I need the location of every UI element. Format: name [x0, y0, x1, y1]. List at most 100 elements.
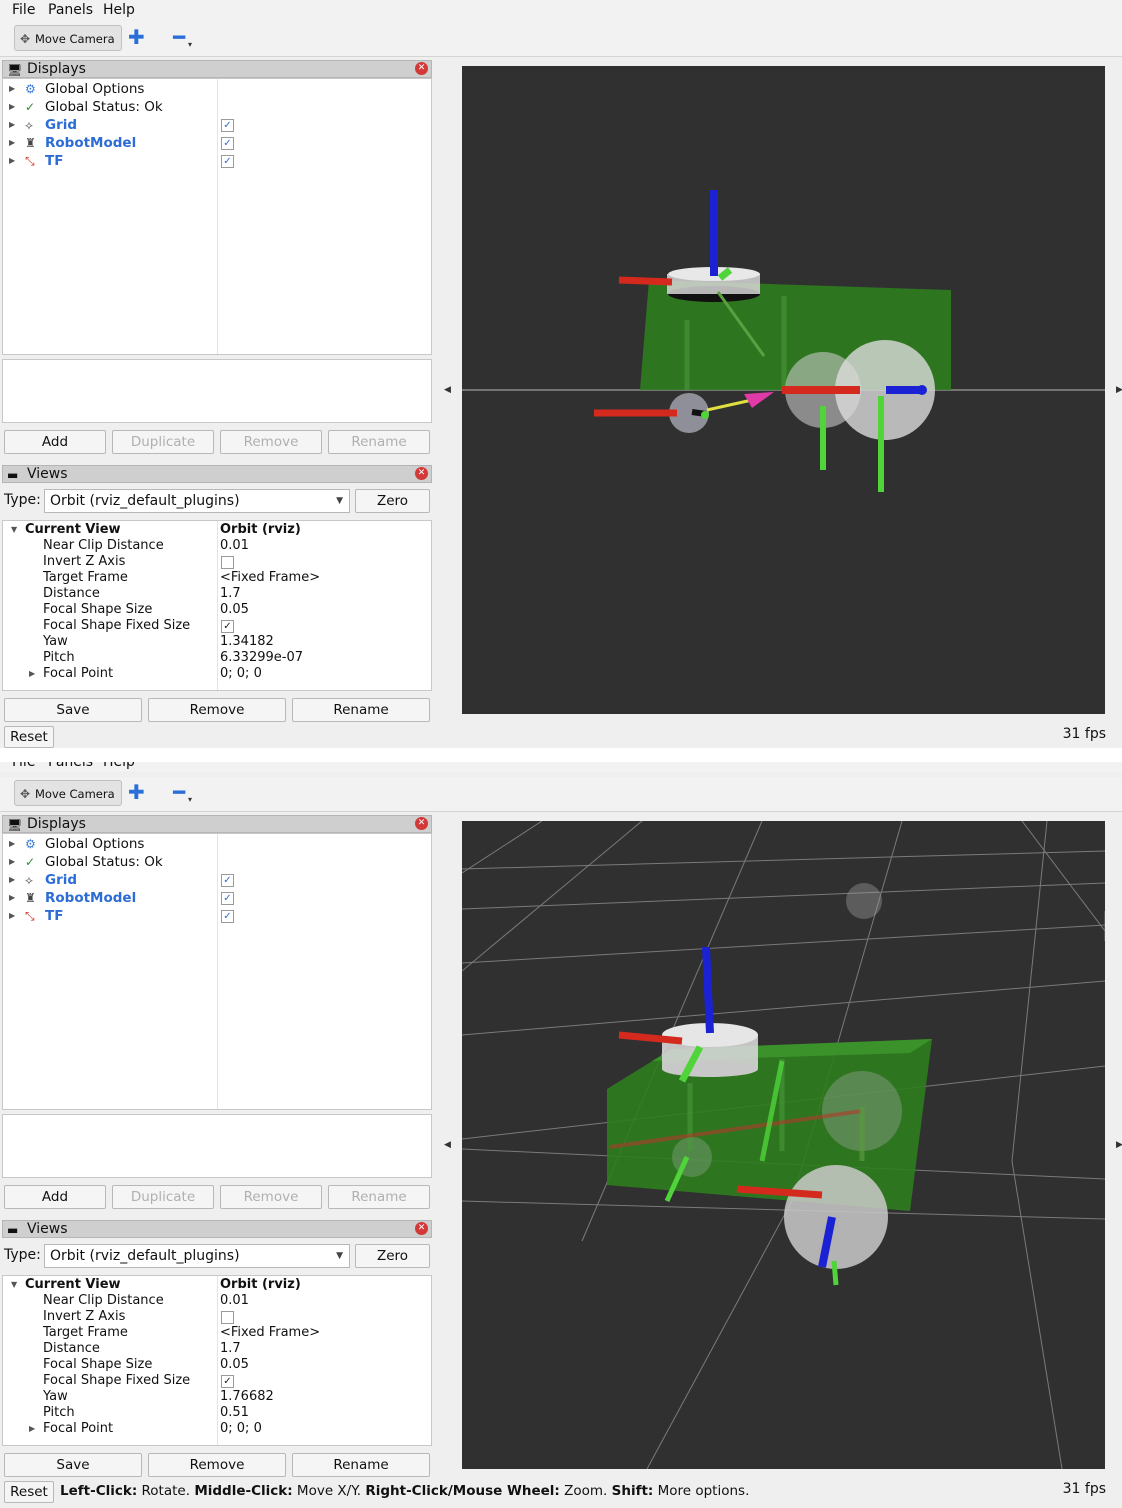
save-view-button[interactable]: Save	[4, 1453, 142, 1477]
add-display-button[interactable]: Add	[4, 430, 106, 454]
focal-point-row[interactable]: ▶ Focal Point 0; 0; 0	[3, 1421, 431, 1437]
focal-shape-fixed-row[interactable]: Focal Shape Fixed Size ✓	[3, 1373, 431, 1389]
menu-panels[interactable]: Panels	[48, 762, 93, 770]
target-frame-row[interactable]: Target Frame <Fixed Frame>	[3, 570, 431, 586]
rename-display-button[interactable]: Rename	[328, 1185, 430, 1209]
add-display-button[interactable]: Add	[4, 1185, 106, 1209]
remove-display-button[interactable]: Remove	[220, 1185, 322, 1209]
move-camera-button[interactable]: ✥ Move Camera	[14, 25, 122, 51]
robotmodel-enabled-checkbox[interactable]: ✓	[221, 137, 234, 150]
property-value[interactable]: 0.51	[220, 1405, 249, 1421]
expand-arrow-icon[interactable]: ▶	[9, 116, 15, 134]
close-icon[interactable]: ✕	[415, 467, 428, 480]
grid-enabled-checkbox[interactable]: ✓	[221, 119, 234, 132]
expand-arrow-icon[interactable]: ▶	[9, 134, 15, 152]
focal-fixed-checkbox[interactable]: ✓	[221, 1375, 234, 1388]
collapse-right-icon[interactable]: ▶	[1116, 385, 1122, 395]
save-view-button[interactable]: Save	[4, 698, 142, 722]
property-value[interactable]: 1.76682	[220, 1389, 274, 1405]
invert-z-checkbox[interactable]	[221, 556, 234, 569]
display-item-tf[interactable]: ▶ ⤡ TF ✓	[3, 907, 431, 925]
expand-arrow-icon[interactable]: ▶	[9, 98, 15, 116]
reset-button[interactable]: Reset	[4, 1481, 54, 1503]
duplicate-display-button[interactable]: Duplicate	[112, 1185, 214, 1209]
property-value[interactable]: 0; 0; 0	[220, 666, 262, 682]
pitch-row[interactable]: Pitch 0.51	[3, 1405, 431, 1421]
add-tool-icon[interactable]: ✚	[128, 27, 145, 47]
expand-arrow-icon[interactable]: ▶	[9, 907, 15, 925]
tf-enabled-checkbox[interactable]: ✓	[221, 910, 234, 923]
display-item-tf[interactable]: ▶ ⤡ TF ✓	[3, 152, 431, 170]
yaw-row[interactable]: Yaw 1.34182	[3, 634, 431, 650]
rename-display-button[interactable]: Rename	[328, 430, 430, 454]
display-item-global-status[interactable]: ▶ ✓ Global Status: Ok	[3, 98, 431, 116]
expand-arrow-icon[interactable]: ▶	[9, 835, 15, 853]
collapse-arrow-icon[interactable]: ▼	[11, 1277, 17, 1293]
rename-view-button[interactable]: Rename	[292, 698, 430, 722]
close-icon[interactable]: ✕	[415, 817, 428, 830]
property-value[interactable]: 1.34182	[220, 634, 274, 650]
distance-row[interactable]: Distance 1.7	[3, 586, 431, 602]
expand-arrow-icon[interactable]: ▶	[9, 152, 15, 170]
remove-view-button[interactable]: Remove	[148, 1453, 286, 1477]
near-clip-row[interactable]: Near Clip Distance 0.01	[3, 538, 431, 554]
focal-point-row[interactable]: ▶ Focal Point 0; 0; 0	[3, 666, 431, 682]
property-value[interactable]: 1.7	[220, 1341, 241, 1357]
remove-tool-icon[interactable]: ━ ▾	[173, 27, 192, 49]
close-icon[interactable]: ✕	[415, 62, 428, 75]
property-value[interactable]: 1.7	[220, 586, 241, 602]
invert-z-checkbox[interactable]	[221, 1311, 234, 1324]
focal-shape-size-row[interactable]: Focal Shape Size 0.05	[3, 602, 431, 618]
collapse-left-icon[interactable]: ◀	[444, 1140, 451, 1150]
near-clip-row[interactable]: Near Clip Distance 0.01	[3, 1293, 431, 1309]
zero-button[interactable]: Zero	[355, 1244, 430, 1268]
expand-arrow-icon[interactable]: ▶	[9, 80, 15, 98]
property-value[interactable]: <Fixed Frame>	[220, 570, 320, 586]
remove-tool-icon[interactable]: ━ ▾	[173, 782, 192, 804]
display-item-grid[interactable]: ▶ ⟡ Grid ✓	[3, 871, 431, 889]
property-value[interactable]: 6.33299e-07	[220, 650, 303, 666]
menu-help[interactable]: Help	[103, 762, 135, 770]
zero-button[interactable]: Zero	[355, 489, 430, 513]
menu-help[interactable]: Help	[103, 2, 135, 18]
collapse-right-icon[interactable]: ▶	[1116, 1140, 1122, 1150]
expand-arrow-icon[interactable]: ▶	[9, 889, 15, 907]
expand-arrow-icon[interactable]: ▶	[9, 871, 15, 889]
pitch-row[interactable]: Pitch 6.33299e-07	[3, 650, 431, 666]
property-value[interactable]: 0.01	[220, 538, 249, 554]
display-item-global-status[interactable]: ▶ ✓ Global Status: Ok	[3, 853, 431, 871]
expand-arrow-icon[interactable]: ▶	[29, 666, 35, 682]
add-tool-icon[interactable]: ✚	[128, 782, 145, 802]
current-view-row[interactable]: ▼ Current View Orbit (rviz)	[3, 1277, 431, 1293]
property-value[interactable]: 0.05	[220, 602, 249, 618]
display-item-grid[interactable]: ▶ ⟡ Grid ✓	[3, 116, 431, 134]
display-item-global-options[interactable]: ▶ ⚙ Global Options	[3, 80, 431, 98]
display-item-robotmodel[interactable]: ▶ ♜ RobotModel ✓	[3, 889, 431, 907]
duplicate-display-button[interactable]: Duplicate	[112, 430, 214, 454]
3d-viewport[interactable]	[462, 66, 1105, 714]
property-value[interactable]: 0; 0; 0	[220, 1421, 262, 1437]
yaw-row[interactable]: Yaw 1.76682	[3, 1389, 431, 1405]
view-type-select[interactable]: Orbit (rviz_default_plugins) ▼	[44, 1244, 350, 1268]
invert-z-row[interactable]: Invert Z Axis	[3, 1309, 431, 1325]
current-view-row[interactable]: ▼ Current View Orbit (rviz)	[3, 522, 431, 538]
expand-arrow-icon[interactable]: ▶	[29, 1421, 35, 1437]
target-frame-row[interactable]: Target Frame <Fixed Frame>	[3, 1325, 431, 1341]
menu-file[interactable]: File	[12, 762, 35, 770]
display-item-robotmodel[interactable]: ▶ ♜ RobotModel ✓	[3, 134, 431, 152]
property-value[interactable]: <Fixed Frame>	[220, 1325, 320, 1341]
invert-z-row[interactable]: Invert Z Axis	[3, 554, 431, 570]
reset-button[interactable]: Reset	[4, 726, 54, 748]
view-type-select[interactable]: Orbit (rviz_default_plugins) ▼	[44, 489, 350, 513]
collapse-arrow-icon[interactable]: ▼	[11, 522, 17, 538]
focal-shape-size-row[interactable]: Focal Shape Size 0.05	[3, 1357, 431, 1373]
focal-shape-fixed-row[interactable]: Focal Shape Fixed Size ✓	[3, 618, 431, 634]
grid-enabled-checkbox[interactable]: ✓	[221, 874, 234, 887]
distance-row[interactable]: Distance 1.7	[3, 1341, 431, 1357]
menu-file[interactable]: File	[12, 2, 35, 18]
move-camera-button[interactable]: ✥ Move Camera	[14, 780, 122, 806]
expand-arrow-icon[interactable]: ▶	[9, 853, 15, 871]
display-item-global-options[interactable]: ▶ ⚙ Global Options	[3, 835, 431, 853]
focal-fixed-checkbox[interactable]: ✓	[221, 620, 234, 633]
3d-viewport[interactable]	[461, 820, 1106, 1470]
